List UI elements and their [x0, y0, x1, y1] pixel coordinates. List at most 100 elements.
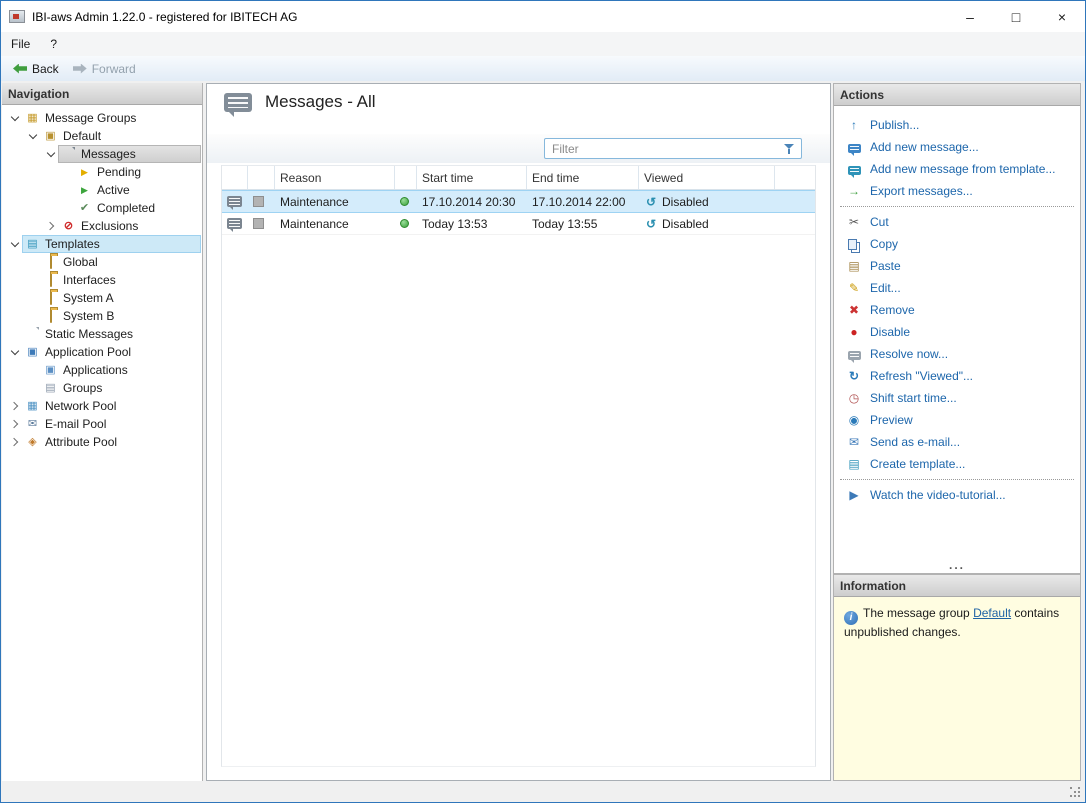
nav-item-static-messages[interactable]: Static Messages	[2, 325, 202, 343]
chevron-placeholder	[26, 291, 40, 305]
app-icon	[9, 10, 25, 23]
status-indicator-icon	[400, 197, 409, 206]
chevron-down-icon[interactable]	[8, 111, 22, 125]
chevron-down-icon[interactable]	[44, 147, 58, 161]
minimize-button[interactable]: –	[947, 1, 993, 32]
video-tutorial-icon	[846, 488, 862, 503]
chevron-placeholder	[60, 201, 74, 215]
action-shift-start-time[interactable]: Shift start time...	[834, 387, 1080, 409]
actions-overflow-indicator[interactable]: ...	[834, 559, 1080, 573]
reason-cell: Maintenance	[280, 194, 349, 209]
templates-icon	[25, 237, 40, 252]
reason-cell: Maintenance	[280, 216, 349, 231]
column-start-time[interactable]: Start time	[417, 166, 527, 189]
table-row[interactable]: Maintenance Today 13:53 Today 13:55 Disa…	[222, 213, 815, 235]
nav-item-attribute-pool[interactable]: Attribute Pool	[2, 433, 202, 451]
nav-item-completed[interactable]: Completed	[2, 199, 202, 217]
navigation-toolbar: Back Forward	[1, 56, 1085, 81]
nav-item-global[interactable]: Global	[2, 253, 202, 271]
nav-item-application-pool[interactable]: Application Pool	[2, 343, 202, 361]
forward-button[interactable]: Forward	[66, 58, 143, 79]
window-title: IBI-aws Admin 1.22.0 - registered for IB…	[32, 9, 298, 24]
column-viewed[interactable]: Viewed	[639, 166, 775, 189]
action-cut[interactable]: Cut	[834, 211, 1080, 233]
action-refresh-viewed[interactable]: Refresh "Viewed"...	[834, 365, 1080, 387]
column-color[interactable]	[248, 166, 275, 189]
filter-input[interactable]	[545, 139, 801, 158]
message-color-swatch	[253, 218, 264, 229]
chevron-down-icon[interactable]	[26, 129, 40, 143]
message-icon	[227, 218, 242, 232]
column-end-time[interactable]: End time	[527, 166, 639, 189]
chevron-down-icon[interactable]	[8, 237, 22, 251]
action-create-template[interactable]: Create template...	[834, 453, 1080, 475]
chevron-right-icon[interactable]	[8, 399, 22, 413]
viewed-cell: Disabled	[662, 194, 709, 209]
action-resolve-now[interactable]: Resolve now...	[834, 343, 1080, 365]
nav-item-email-pool[interactable]: E-mail Pool	[2, 415, 202, 433]
nav-item-exclusions[interactable]: Exclusions	[2, 217, 202, 235]
chevron-right-icon[interactable]	[8, 417, 22, 431]
message-icon	[227, 196, 242, 210]
nav-item-interfaces[interactable]: Interfaces	[2, 271, 202, 289]
action-add-new-message[interactable]: Add new message...	[834, 136, 1080, 158]
column-reason[interactable]: Reason	[275, 166, 395, 189]
export-messages-icon	[846, 184, 862, 199]
chevron-right-icon[interactable]	[8, 435, 22, 449]
nav-item-system-b[interactable]: System B	[2, 307, 202, 325]
table-row[interactable]: Maintenance 17.10.2014 20:30 17.10.2014 …	[222, 190, 815, 213]
filter-funnel-icon[interactable]	[784, 143, 796, 155]
action-paste[interactable]: Paste	[834, 255, 1080, 277]
action-add-new-message-from-template[interactable]: Add new message from template...	[834, 158, 1080, 180]
nav-item-default[interactable]: Default	[2, 127, 202, 145]
menu-help[interactable]: ?	[40, 32, 67, 56]
information-panel: Information The message group Default co…	[833, 574, 1081, 781]
resize-grip[interactable]	[1070, 787, 1082, 799]
action-edit[interactable]: Edit...	[834, 277, 1080, 299]
chevron-right-icon[interactable]	[44, 219, 58, 233]
action-preview[interactable]: Preview	[834, 409, 1080, 431]
remove-icon	[846, 303, 862, 318]
groups-icon	[43, 381, 58, 396]
preview-icon	[846, 413, 862, 428]
table-header: Reason Start time End time Viewed	[222, 165, 815, 190]
application-pool-icon	[25, 345, 40, 360]
applications-icon	[43, 363, 58, 378]
default-group-link[interactable]: Default	[973, 606, 1011, 620]
nav-item-templates[interactable]: Templates	[2, 235, 202, 253]
column-status[interactable]	[395, 166, 417, 189]
action-send-as-email[interactable]: Send as e-mail...	[834, 431, 1080, 453]
main-content-panel: Messages - All Reason Start time End tim…	[206, 83, 831, 781]
chevron-down-icon[interactable]	[8, 345, 22, 359]
edit-icon	[846, 281, 862, 296]
forward-arrow-icon	[72, 63, 87, 74]
nav-item-network-pool[interactable]: Network Pool	[2, 397, 202, 415]
nav-item-pending[interactable]: Pending	[2, 163, 202, 181]
publish-icon	[846, 118, 862, 133]
nav-item-messages[interactable]: Messages	[2, 145, 202, 163]
message-color-swatch	[253, 196, 264, 207]
nav-item-groups[interactable]: Groups	[2, 379, 202, 397]
action-disable[interactable]: Disable	[834, 321, 1080, 343]
nav-item-applications[interactable]: Applications	[2, 361, 202, 379]
nav-item-message-groups[interactable]: Message Groups	[2, 109, 202, 127]
status-indicator-icon	[400, 219, 409, 228]
information-message: The message group Default contains unpub…	[834, 597, 1080, 780]
action-copy[interactable]: Copy	[834, 233, 1080, 255]
action-remove[interactable]: Remove	[834, 299, 1080, 321]
action-export-messages[interactable]: Export messages...	[834, 180, 1080, 202]
viewed-cell: Disabled	[662, 216, 709, 231]
start-time-cell: 17.10.2014 20:30	[422, 194, 516, 209]
action-publish[interactable]: Publish...	[834, 114, 1080, 136]
close-button[interactable]: ×	[1039, 1, 1085, 32]
back-button[interactable]: Back	[6, 58, 66, 79]
column-filler	[775, 166, 815, 189]
maximize-button[interactable]: □	[993, 1, 1039, 32]
nav-item-active[interactable]: Active	[2, 181, 202, 199]
nav-item-system-a[interactable]: System A	[2, 289, 202, 307]
column-message-icon[interactable]	[222, 166, 248, 189]
action-watch-video-tutorial[interactable]: Watch the video-tutorial...	[834, 484, 1080, 506]
menu-file[interactable]: File	[1, 32, 40, 56]
chevron-placeholder	[26, 273, 40, 287]
menu-bar: File ?	[1, 32, 1085, 56]
